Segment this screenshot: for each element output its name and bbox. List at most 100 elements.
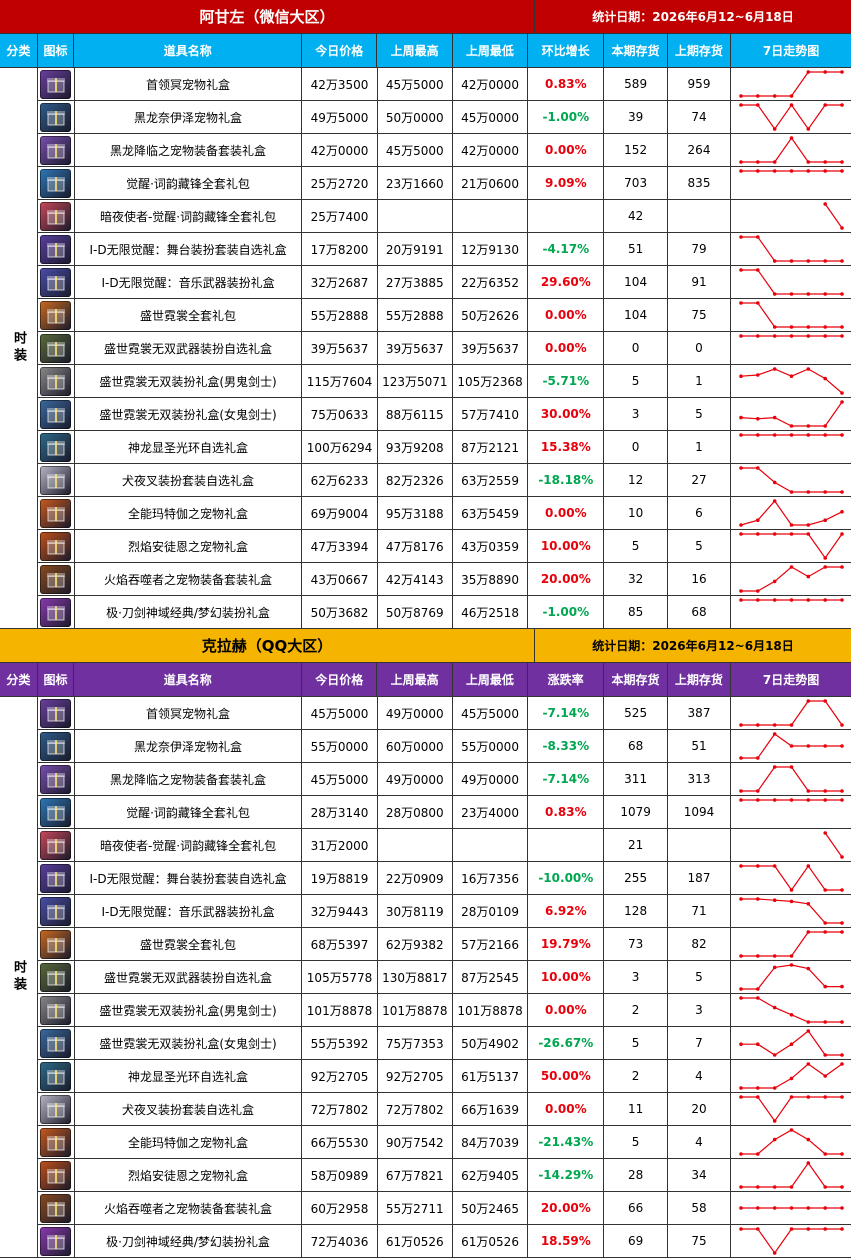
trend-point bbox=[789, 1184, 794, 1189]
current-stock: 66 bbox=[604, 1192, 668, 1224]
table-row: 黑龙奈伊泽宠物礼盒 49万5000 50万0000 45万0000 -1.00% 39 74 bbox=[38, 101, 851, 134]
current-stock: 11 bbox=[604, 1093, 668, 1125]
price-high: 130万8817 bbox=[378, 961, 453, 993]
icon-cell bbox=[38, 233, 75, 265]
trend-chart-cell bbox=[731, 1159, 851, 1191]
price-low: 101万8878 bbox=[453, 994, 529, 1026]
trend-point bbox=[789, 797, 794, 802]
trend-point bbox=[806, 531, 811, 536]
icon-cell bbox=[38, 596, 75, 628]
item-name: 首领冥宠物礼盒 bbox=[75, 68, 303, 100]
trend-point bbox=[806, 291, 811, 296]
trend-chart-cell bbox=[731, 1093, 851, 1125]
price-today: 72万4036 bbox=[302, 1225, 378, 1257]
dragon-equipment-box-icon bbox=[40, 135, 72, 165]
trend-point bbox=[756, 1205, 760, 1210]
header-trend-chart: 7日走势图 bbox=[762, 44, 820, 58]
item-name: 烈焰安徒恩之宠物礼盒 bbox=[75, 1159, 303, 1191]
trend-point bbox=[789, 522, 794, 527]
item-name: 极·刀剑神域经典/梦幻装扮礼盒 bbox=[75, 596, 303, 628]
price-low: 66万1639 bbox=[453, 1093, 529, 1125]
trend-point bbox=[739, 465, 743, 470]
trend-point bbox=[739, 93, 743, 98]
header-today-price: 今日价格 bbox=[302, 663, 378, 696]
price-today: 55万5392 bbox=[302, 1027, 378, 1059]
trend-line bbox=[741, 963, 843, 990]
trend-point bbox=[773, 333, 777, 338]
current-stock: 311 bbox=[604, 763, 668, 795]
trend-point bbox=[823, 920, 828, 925]
table-row: 暗夜使者-觉醒·词韵藏锋全套礼包 25万7400 42 bbox=[38, 200, 851, 233]
item-name: 暗夜使者-觉醒·词韵藏锋全套礼包 bbox=[75, 829, 303, 861]
trend-chart-cell bbox=[731, 365, 851, 397]
fire-devourer-box-icon bbox=[40, 564, 72, 594]
section-title-row: 克拉赫（QQ大区） 统计日期：2026年6月12~6月18日 bbox=[0, 629, 851, 663]
price-today: 49万5000 bbox=[302, 101, 378, 133]
table-row: 犬夜叉装扮套装自选礼盒 72万7802 72万7802 66万1639 0.00% 11 2… bbox=[38, 1093, 851, 1126]
trend-sparkline bbox=[739, 465, 844, 494]
icon-cell bbox=[38, 763, 75, 795]
trend-point bbox=[823, 887, 828, 892]
trend-point bbox=[806, 788, 811, 793]
price-low: 12万9130 bbox=[453, 233, 529, 265]
table-header-row: 分类 图标 道具名称 今日价格 上周最高 上周最低 环比增长 本期存货 上期存货 7日走势图 bbox=[0, 34, 851, 68]
price-high: 47万8176 bbox=[378, 530, 453, 562]
change-rate: -18.18% bbox=[528, 464, 605, 496]
trend-point bbox=[739, 1151, 743, 1156]
trend-point bbox=[823, 1019, 828, 1024]
price-high: 45万5000 bbox=[378, 68, 453, 100]
stage-costume-box-icon bbox=[40, 863, 72, 893]
trend-point bbox=[756, 1184, 760, 1189]
header-today-price: 今日价格 bbox=[302, 34, 378, 67]
change-rate: 0.83% bbox=[528, 796, 605, 828]
trend-line bbox=[741, 532, 843, 559]
previous-stock: 5 bbox=[668, 530, 732, 562]
current-stock: 10 bbox=[604, 497, 668, 529]
price-low: 35万8890 bbox=[453, 563, 529, 595]
trend-point bbox=[806, 743, 811, 748]
trend-sparkline bbox=[823, 201, 844, 230]
price-high: 49万0000 bbox=[378, 697, 453, 729]
price-low: 57万2166 bbox=[453, 928, 529, 960]
trend-point bbox=[756, 234, 760, 239]
change-rate: 20.00% bbox=[528, 563, 605, 595]
item-name: 神龙显圣光环自选礼盒 bbox=[75, 431, 303, 463]
trend-point bbox=[823, 1205, 828, 1210]
trend-point bbox=[806, 1226, 811, 1231]
trend-point bbox=[773, 1005, 777, 1009]
trend-point bbox=[789, 962, 794, 967]
trend-point bbox=[840, 854, 844, 859]
trend-point bbox=[773, 324, 777, 329]
change-rate: 15.38% bbox=[528, 431, 605, 463]
trend-point bbox=[756, 168, 760, 173]
trend-point bbox=[840, 929, 844, 934]
trend-line bbox=[741, 466, 843, 493]
header-last-week-low: 上周最低 bbox=[453, 34, 529, 67]
price-low: 63万2559 bbox=[453, 464, 529, 496]
table-row: I-D无限觉醒：音乐武器装扮礼盒 32万9443 30万8119 28万0109 6.9… bbox=[38, 895, 851, 928]
trend-point bbox=[756, 432, 760, 437]
item-name: 觉醒·词韵藏锋全套礼包 bbox=[75, 167, 303, 199]
item-name: 盛世霓裳无双武器装扮自选礼盒 bbox=[75, 332, 303, 364]
trend-sparkline bbox=[739, 267, 844, 296]
trend-point bbox=[823, 1073, 828, 1078]
trend-point bbox=[789, 324, 794, 329]
trend-sparkline bbox=[739, 531, 844, 560]
trend-point bbox=[773, 168, 777, 173]
previous-stock: 71 bbox=[668, 895, 732, 927]
icon-cell bbox=[38, 829, 75, 861]
price-high: 39万5637 bbox=[378, 332, 453, 364]
change-rate: 20.00% bbox=[528, 1192, 605, 1224]
previous-stock: 835 bbox=[668, 167, 732, 199]
change-rate: -26.67% bbox=[528, 1027, 605, 1059]
price-high: 60万0000 bbox=[378, 730, 453, 762]
trend-point bbox=[773, 731, 777, 736]
trend-point bbox=[840, 432, 844, 437]
item-name: I-D无限觉醒：舞台装扮套装自选礼盒 bbox=[75, 233, 303, 265]
icon-cell bbox=[38, 464, 75, 496]
item-name: 烈焰安徒恩之宠物礼盒 bbox=[75, 530, 303, 562]
trend-point bbox=[739, 896, 743, 901]
price-today: 25万7400 bbox=[302, 200, 378, 232]
trend-point bbox=[840, 1094, 844, 1099]
item-name: 盛世霓裳无双装扮礼盒(女鬼剑士) bbox=[75, 1027, 303, 1059]
